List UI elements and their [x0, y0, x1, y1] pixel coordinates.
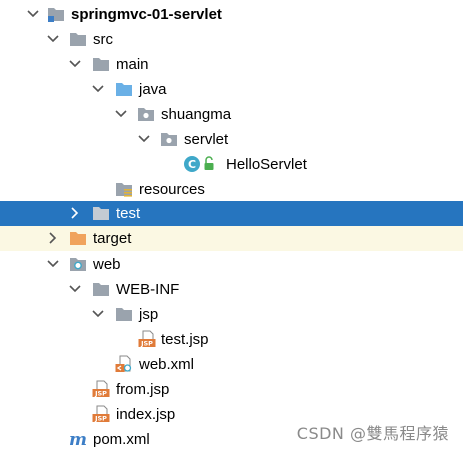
maven-file-icon: m	[69, 430, 87, 448]
tree-item-label: test.jsp	[161, 331, 209, 348]
tree-item-label: resources	[139, 181, 205, 198]
folder-icon	[92, 55, 110, 73]
tree-item-test-jsp[interactable]: JSP test.jsp	[0, 327, 463, 352]
jsp-file-icon: JSP	[92, 405, 110, 423]
tree-item-label: src	[93, 31, 113, 48]
watermark: CSDN @雙馬程序猿	[296, 424, 449, 443]
svg-text:JSP: JSP	[94, 390, 107, 398]
tree-item-main[interactable]: main	[0, 52, 463, 77]
source-root-folder-icon	[115, 80, 133, 98]
tree-item-label: WEB-INF	[116, 281, 180, 298]
tree-item-web[interactable]: web	[0, 252, 463, 277]
tree-item-label: web	[93, 256, 121, 273]
tree-item-label: java	[139, 81, 167, 98]
tree-item-test[interactable]: test	[0, 201, 463, 226]
folder-icon	[92, 204, 110, 222]
tree-item-java[interactable]: java	[0, 77, 463, 102]
tree-item-label: from.jsp	[116, 381, 170, 398]
chevron-down-icon[interactable]	[137, 131, 151, 147]
svg-text:JSP: JSP	[140, 340, 153, 348]
tree-item-label: servlet	[184, 131, 229, 148]
excluded-folder-icon	[69, 229, 87, 247]
tree-item-label: HelloServlet	[226, 156, 307, 173]
chevron-down-icon[interactable]	[114, 106, 128, 122]
svg-text:m: m	[69, 430, 87, 448]
chevron-down-icon[interactable]	[46, 256, 60, 272]
folder-icon	[115, 305, 133, 323]
tree-item-springmvc-01-servlet[interactable]: springmvc-01-servlet	[0, 2, 463, 27]
chevron-down-icon[interactable]	[91, 81, 105, 97]
svg-text:C: C	[188, 158, 196, 171]
lock-icon	[203, 155, 215, 173]
tree-item-label: shuangma	[161, 106, 232, 123]
jsp-file-icon: JSP	[138, 330, 156, 348]
tree-item-target[interactable]: target	[0, 226, 463, 251]
tree-item-from-jsp[interactable]: JSP from.jsp	[0, 377, 463, 402]
tree-item-label: index.jsp	[116, 406, 176, 423]
chevron-down-icon[interactable]	[91, 306, 105, 322]
tree-item-label: pom.xml	[93, 431, 150, 448]
xml-file-icon	[115, 355, 133, 373]
chevron-down-icon[interactable]	[68, 281, 82, 297]
tree-item-label: springmvc-01-servlet	[71, 6, 222, 23]
chevron-right-icon[interactable]	[46, 230, 60, 246]
tree-item-web-xml[interactable]: web.xml	[0, 352, 463, 377]
tree-item-resources[interactable]: resources	[0, 177, 463, 202]
project-tree: springmvc-01-servlet src main java shuan…	[0, 0, 463, 450]
svg-text:JSP: JSP	[94, 415, 107, 423]
tree-item-label: main	[116, 56, 149, 73]
tree-item-servlet[interactable]: servlet	[0, 127, 463, 152]
tree-item-src[interactable]: src	[0, 27, 463, 52]
java-class-icon: C	[183, 155, 201, 173]
tree-item-jsp[interactable]: jsp	[0, 302, 463, 327]
tree-item-label: jsp	[139, 306, 159, 323]
jsp-file-icon: JSP	[92, 380, 110, 398]
tree-item-web-inf[interactable]: WEB-INF	[0, 277, 463, 302]
module-folder-icon	[47, 5, 65, 23]
folder-icon	[92, 280, 110, 298]
tree-item-label: test	[116, 205, 141, 222]
tree-item-shuangma[interactable]: shuangma	[0, 102, 463, 127]
chevron-right-icon[interactable]	[68, 205, 82, 221]
web-folder-icon	[69, 255, 87, 273]
package-icon	[137, 105, 155, 123]
resources-folder-icon	[115, 180, 133, 198]
tree-item-helloservlet[interactable]: C HelloServlet	[0, 152, 463, 177]
chevron-down-icon[interactable]	[46, 31, 60, 47]
tree-item-label: web.xml	[139, 356, 195, 373]
package-icon	[160, 130, 178, 148]
tree-item-label: target	[93, 230, 132, 247]
folder-icon	[69, 30, 87, 48]
chevron-down-icon[interactable]	[68, 56, 82, 72]
chevron-down-icon[interactable]	[26, 6, 40, 22]
